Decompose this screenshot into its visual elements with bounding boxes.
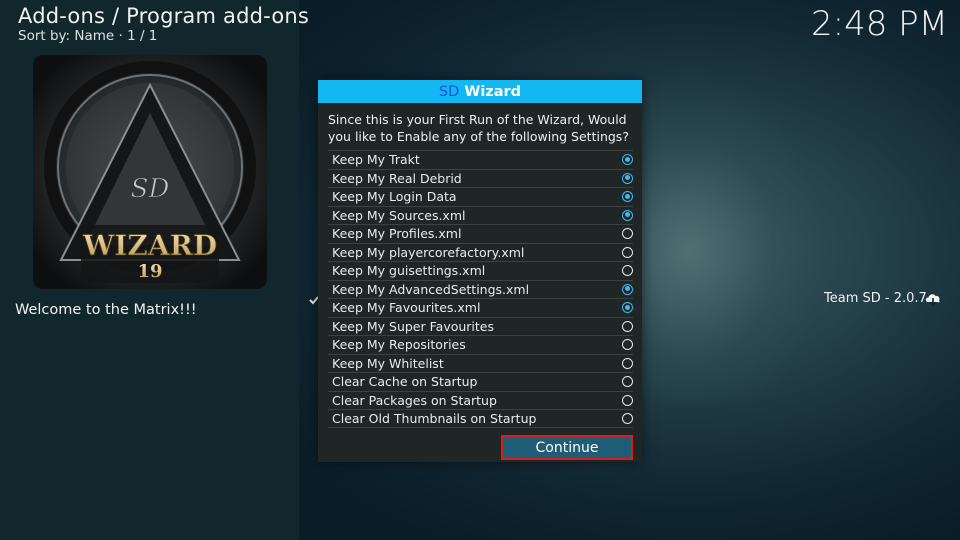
addon-thumbnail[interactable]: SD WIZARD 19 (33, 55, 267, 289)
option-label: Keep My Trakt (332, 152, 420, 167)
option-item[interactable]: Keep My Repositories (328, 335, 633, 354)
radio-checked-icon[interactable] (622, 172, 633, 184)
radio-checked-icon[interactable] (622, 154, 633, 165)
option-item[interactable]: Keep My playercorefactory.xml (328, 242, 633, 262)
option-label: Clear Cache on Startup (332, 374, 478, 389)
option-label: Clear Old Thumbnails on Startup (332, 411, 537, 426)
logo-version-text: 19 (137, 261, 162, 282)
dialog-title: SD Wizard (318, 80, 642, 103)
dialog-title-wizard: Wizard (459, 84, 522, 100)
continue-button[interactable]: Continue (501, 435, 633, 460)
radio-unchecked-icon[interactable] (622, 357, 633, 369)
radio-unchecked-icon[interactable] (622, 413, 633, 424)
option-item[interactable]: Keep My AdvancedSettings.xml (328, 279, 633, 299)
option-label: Keep My Whitelist (332, 355, 444, 371)
option-label: Keep My Profiles.xml (332, 226, 462, 241)
wizard-logo-image: SD WIZARD 19 (33, 55, 267, 289)
option-item[interactable]: Keep My Super Favourites (328, 316, 633, 336)
radio-checked-icon[interactable] (622, 302, 633, 313)
cloud-download-icon (925, 294, 940, 307)
option-item[interactable]: Keep My Trakt (328, 150, 633, 169)
radio-unchecked-icon[interactable] (622, 228, 633, 239)
radio-unchecked-icon[interactable] (622, 376, 633, 387)
option-label: Keep My Super Favourites (332, 318, 494, 334)
radio-checked-icon[interactable] (622, 191, 633, 202)
option-label: Keep My Sources.xml (332, 207, 466, 223)
radio-unchecked-icon[interactable] (622, 246, 633, 258)
radio-checked-icon[interactable] (622, 209, 633, 221)
clock: 2:48 PM (811, 4, 948, 44)
option-label: Keep My guisettings.xml (332, 263, 486, 278)
dialog-title-sd: SD (438, 84, 460, 100)
option-label: Clear Packages on Startup (332, 392, 497, 408)
logo-wizard-text: WIZARD (82, 229, 217, 262)
wizard-dialog: SD Wizard Since this is your First Run o… (318, 80, 642, 462)
option-item[interactable]: Keep My Whitelist (328, 353, 633, 373)
option-label: Keep My Repositories (332, 337, 466, 352)
radio-unchecked-icon[interactable] (622, 265, 633, 276)
option-label: Keep My AdvancedSettings.xml (332, 281, 530, 297)
radio-unchecked-icon[interactable] (622, 339, 633, 350)
breadcrumb: Add-ons / Program add-ons (18, 4, 310, 28)
option-label: Keep My Real Debrid (332, 170, 462, 186)
radio-unchecked-icon[interactable] (622, 320, 633, 332)
option-item[interactable]: Keep My Real Debrid (328, 168, 633, 188)
option-item[interactable]: Clear Cache on Startup (328, 372, 633, 391)
option-item[interactable]: Clear Old Thumbnails on Startup (328, 409, 633, 428)
addon-author-version: Team SD - 2.0.7 (824, 291, 927, 306)
option-item[interactable]: Keep My guisettings.xml (328, 261, 633, 280)
option-item[interactable]: Keep My Favourites.xml (328, 298, 633, 317)
option-item[interactable]: Keep My Login Data (328, 187, 633, 206)
option-label: Keep My Login Data (332, 189, 457, 204)
sort-info[interactable]: Sort by: Name · 1 / 1 (18, 28, 157, 44)
option-item[interactable]: Clear Packages on Startup (328, 390, 633, 410)
radio-unchecked-icon[interactable] (622, 394, 633, 406)
dialog-prompt: Since this is your First Run of the Wiza… (328, 112, 629, 144)
radio-checked-icon[interactable] (622, 283, 633, 295)
option-list: Keep My Trakt Keep My Real Debrid Keep My … (328, 150, 633, 428)
option-label: Keep My playercorefactory.xml (332, 244, 525, 260)
option-label: Keep My Favourites.xml (332, 300, 481, 315)
option-item[interactable]: Keep My Sources.xml (328, 205, 633, 225)
addon-description: Welcome to the Matrix!!! (15, 302, 197, 318)
logo-sd-text: SD (131, 174, 170, 204)
option-item[interactable]: Keep My Profiles.xml (328, 224, 633, 243)
